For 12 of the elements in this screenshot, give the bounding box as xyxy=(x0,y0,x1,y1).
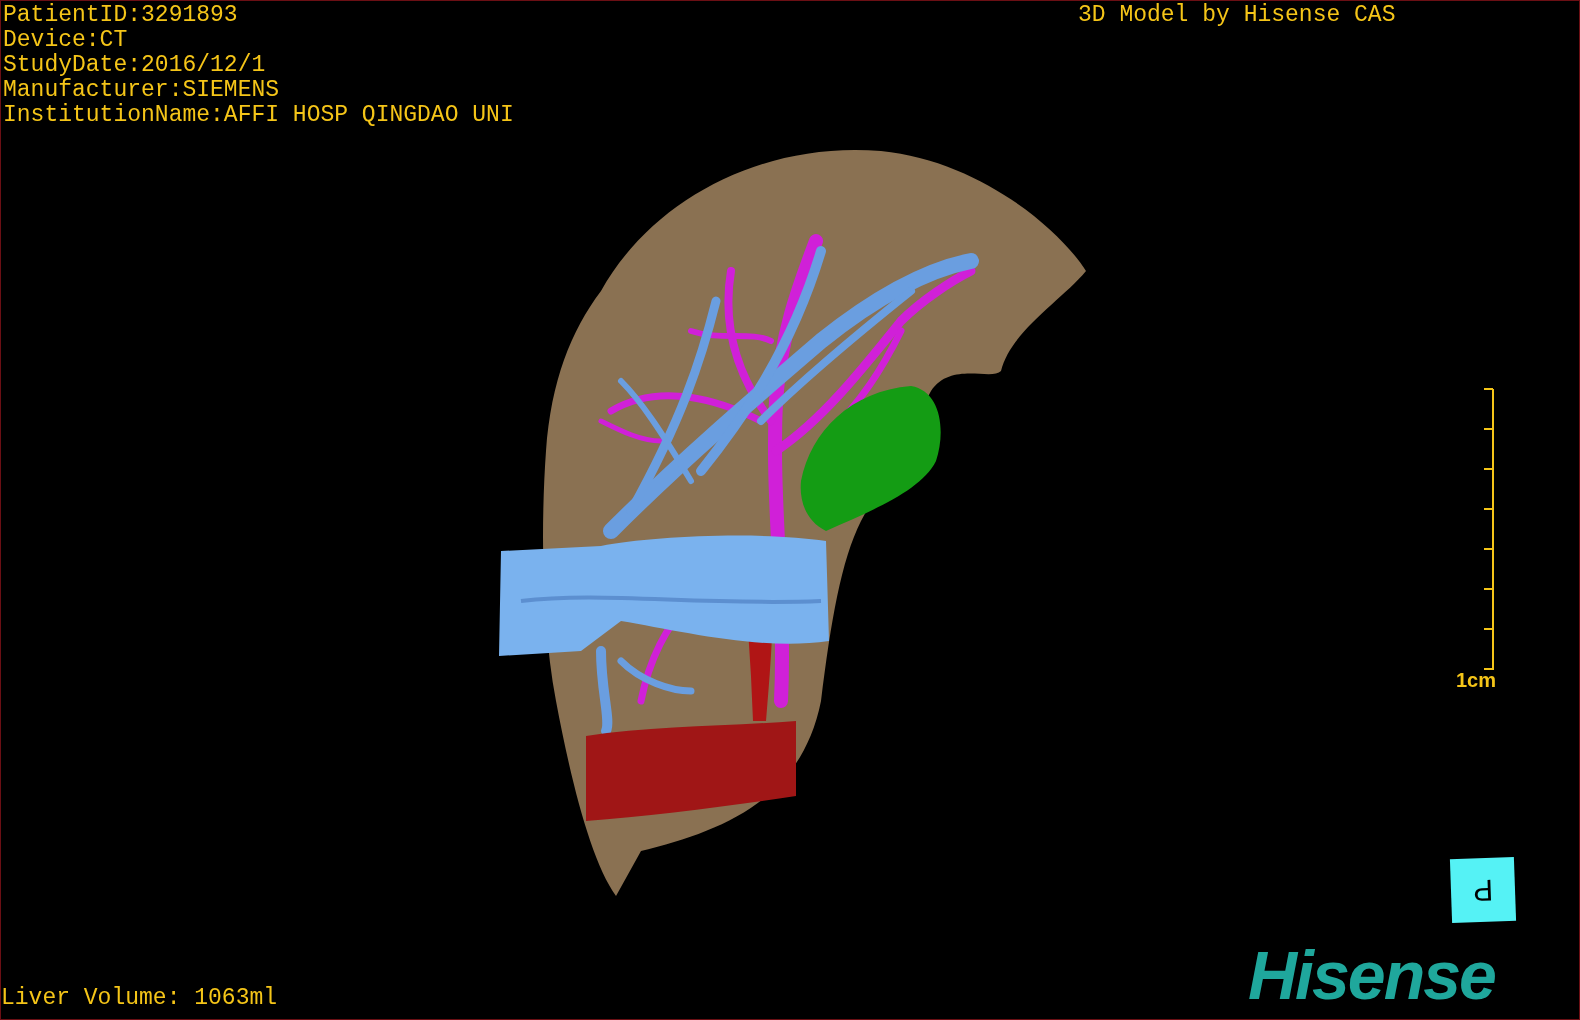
orientation-cube[interactable]: P xyxy=(1449,856,1517,924)
cube-face-label: P xyxy=(1472,874,1494,906)
model-credit-text: 3D Model by Hisense CAS xyxy=(1078,3,1396,28)
patient-info-text: StudyDate:2016/12/1 xyxy=(3,53,267,78)
patient-info-text: InstitutionName:AFFI HOSP QINGDAO UNI xyxy=(3,103,514,128)
brand-logo: Hisense xyxy=(1248,941,1495,1009)
patient-info-text: PatientID:3291893 xyxy=(3,3,239,28)
patient-info-text: Manufacturer:SIEMENS xyxy=(3,78,281,103)
liver-volume-text: Liver Volume: 1063ml xyxy=(1,986,278,1011)
scale-label: 1cm xyxy=(1456,669,1497,691)
patient-info-text: Device:CT xyxy=(3,28,129,53)
scale-bar-icon xyxy=(1484,388,1494,671)
